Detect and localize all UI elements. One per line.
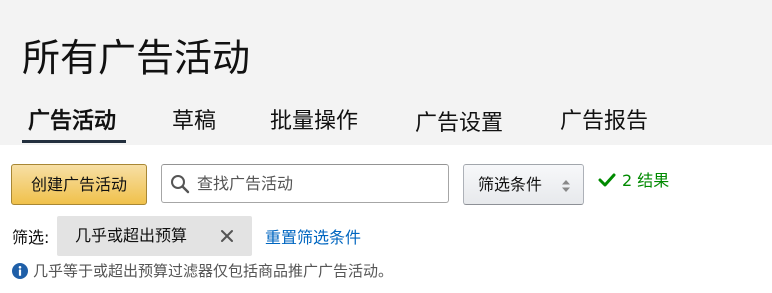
search-icon [171, 175, 190, 194]
create-campaign-button[interactable]: 创建广告活动 [11, 164, 147, 205]
tab-bulk-operations[interactable]: 批量操作 [270, 106, 358, 138]
active-tab-indicator [22, 140, 126, 143]
filter-label: 筛选: [12, 228, 50, 247]
results-text: 2 结果 [622, 171, 670, 190]
filter-conditions-select[interactable]: 筛选条件 [463, 164, 584, 205]
tab-drafts[interactable]: 草稿 [172, 106, 216, 138]
filter-select-label: 筛选条件 [478, 175, 543, 194]
search-box[interactable] [161, 164, 449, 203]
search-input[interactable] [197, 165, 442, 202]
page-header: 所有广告活动 广告活动 草稿 批量操作 广告设置 广告报告 [0, 0, 772, 145]
page-title: 所有广告活动 [22, 36, 251, 80]
info-icon [12, 263, 28, 279]
active-filter-chip-label: 几乎或超出预算 [75, 226, 188, 245]
sort-icon [562, 180, 570, 192]
active-filter-chip[interactable]: 几乎或超出预算 [57, 216, 252, 256]
check-icon [598, 173, 616, 187]
info-text: 几乎等于或超出预算过滤器仅包括商品推广广告活动。 [33, 262, 394, 280]
tab-ad-settings[interactable]: 广告设置 [415, 108, 503, 140]
reset-filters-link[interactable]: 重置筛选条件 [265, 226, 361, 250]
tab-campaigns[interactable]: 广告活动 [28, 106, 116, 138]
results-count: 2 结果 [598, 169, 669, 193]
tab-bar: 广告活动 草稿 批量操作 广告设置 广告报告 [0, 102, 772, 145]
tab-ad-reports[interactable]: 广告报告 [560, 106, 648, 138]
close-icon[interactable] [220, 229, 234, 243]
